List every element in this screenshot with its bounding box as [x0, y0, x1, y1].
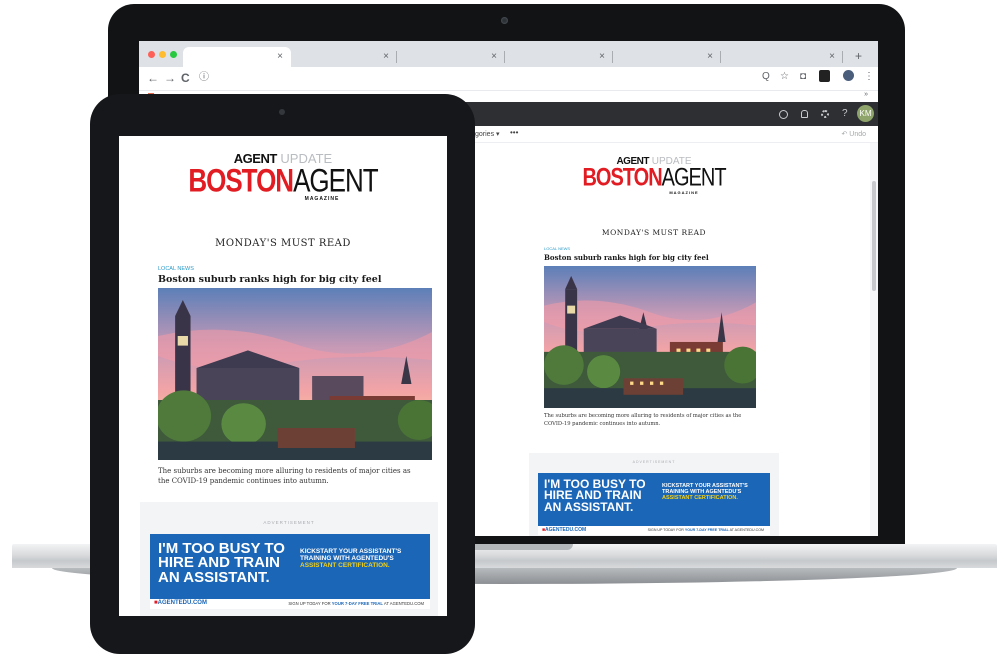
masthead-boston: BOSTON: [188, 161, 294, 199]
help-icon[interactable]: ?: [842, 108, 848, 119]
menu-icon[interactable]: ⋮: [864, 71, 874, 82]
tab-strip: × × × × × × +: [139, 41, 878, 67]
back-icon[interactable]: ←: [147, 71, 159, 85]
forward-icon[interactable]: →: [164, 71, 176, 85]
ad-banner[interactable]: I'M TOO BUSY TO HIRE AND TRAIN AN ASSIST…: [150, 534, 430, 609]
article-category: LOCAL NEWS: [158, 266, 194, 272]
browser-tab[interactable]: ×: [183, 47, 291, 67]
bell-icon[interactable]: [801, 110, 808, 118]
article-photo[interactable]: [158, 288, 432, 460]
browser-tab[interactable]: ×: [721, 47, 843, 67]
scrollbar-thumb[interactable]: [872, 181, 876, 291]
tab-close-icon[interactable]: ×: [277, 51, 283, 62]
newsletter-preview: AGENT UPDATE BOSTONAGENT MAGAZINE MONDAY…: [119, 136, 447, 616]
reload-icon[interactable]: C: [181, 71, 190, 85]
minimize-window-button[interactable]: [159, 51, 166, 58]
account-icon[interactable]: [779, 110, 788, 119]
ad-headline-line: AN ASSISTANT.: [158, 568, 270, 586]
ad-footer: ■AGENTEDU.COM SIGN UP TODAY FOR YOUR 7-D…: [538, 526, 770, 535]
new-tab-button[interactable]: +: [855, 49, 862, 63]
agentedu-logo[interactable]: ■AGENTEDU.COM: [542, 527, 586, 533]
cta-prefix: SIGN UP TODAY FOR: [647, 528, 685, 532]
cta-suffix: AT AGENTEDU.COM: [382, 601, 424, 606]
ad-label: ADVERTISEMENT: [632, 460, 676, 464]
tab-close-icon[interactable]: ×: [707, 51, 713, 62]
tab-close-icon[interactable]: ×: [383, 51, 389, 62]
browser-tab[interactable]: ×: [397, 47, 505, 67]
laptop-camera: [501, 17, 508, 24]
ad-cta[interactable]: SIGN UP TODAY FOR YOUR 7-DAY FREE TRIAL …: [288, 601, 424, 606]
star-icon[interactable]: ☆: [780, 71, 789, 82]
masthead-boston: BOSTON: [582, 164, 662, 192]
more-options-icon[interactable]: •••: [510, 128, 518, 137]
article-photo[interactable]: [544, 266, 756, 408]
cta-bold: YOUR 7-DAY FREE TRIAL: [331, 601, 383, 606]
ad-subtext-accent: ASSISTANT CERTIFICATION.: [300, 562, 390, 570]
cta-prefix: SIGN UP TODAY FOR: [288, 601, 332, 606]
ad-subtext-accent: ASSISTANT CERTIFICATION.: [662, 495, 738, 502]
categories-dropdown[interactable]: gories ▾: [475, 130, 500, 138]
ad-headline-line: AN ASSISTANT.: [544, 499, 634, 514]
close-window-button[interactable]: [148, 51, 155, 58]
tab-close-icon[interactable]: ×: [599, 51, 605, 62]
profile-icon[interactable]: [843, 70, 854, 81]
avatar[interactable]: KM: [857, 105, 874, 122]
tablet-camera: [279, 109, 285, 115]
advertisement: ADVERTISEMENT I'M TOO BUSY TO HIRE AND T…: [140, 502, 438, 616]
masthead-logo: AGENT UPDATE BOSTONAGENT MAGAZINE: [529, 157, 779, 196]
undo-button[interactable]: ↶ Undo: [841, 130, 866, 138]
advertisement: ADVERTISEMENT I'M TOO BUSY TO HIRE AND T…: [529, 453, 779, 536]
section-title: MONDAY'S MUST READ: [601, 228, 707, 237]
section-title: MONDAY'S MUST READ: [215, 238, 351, 249]
browser-tab[interactable]: ×: [505, 47, 613, 67]
newsletter-preview: AGENT UPDATE BOSTONAGENT MAGAZINE MONDAY…: [529, 145, 779, 536]
browser-tab[interactable]: ×: [291, 47, 397, 67]
tablet-screen: AGENT UPDATE BOSTONAGENT MAGAZINE MONDAY…: [119, 136, 447, 616]
ad-subtext: KICKSTART YOUR ASSISTANT'S TRAINING WITH…: [662, 483, 748, 501]
masthead-agent: AGENT: [293, 161, 379, 199]
masthead-agent: AGENT: [661, 164, 727, 192]
article-caption: The suburbs are becoming more alluring t…: [158, 467, 411, 485]
ad-footer: ■AGENTEDU.COM SIGN UP TODAY FOR YOUR 7-D…: [150, 599, 430, 609]
logo-text: AGENTEDU.COM: [545, 527, 587, 533]
cta-suffix: AT AGENTEDU.COM: [728, 528, 764, 532]
article-headline[interactable]: Boston suburb ranks high for big city fe…: [158, 274, 381, 285]
cta-bold: YOUR 7-DAY FREE TRIAL: [684, 528, 729, 532]
article-headline[interactable]: Boston suburb ranks high for big city fe…: [544, 253, 709, 262]
address-bar: ← → C ⓘ Q ☆ ◘ ⋮: [139, 67, 878, 91]
ad-label: ADVERTISEMENT: [263, 520, 315, 525]
logo-text: AGENTEDU.COM: [157, 600, 207, 606]
article-category: LOCAL NEWS: [544, 246, 571, 251]
url-input[interactable]: [205, 70, 765, 87]
gear-icon[interactable]: [821, 110, 829, 118]
ad-subtext-line: TRAINING WITH AGENTEDU'S: [300, 555, 394, 563]
article-caption: The suburbs are becoming more alluring t…: [544, 413, 742, 427]
ad-cta[interactable]: SIGN UP TODAY FOR YOUR 7-DAY FREE TRIAL …: [648, 528, 764, 532]
tab-separator: [842, 51, 843, 63]
tab-close-icon[interactable]: ×: [491, 51, 497, 62]
ad-subtext: KICKSTART YOUR ASSISTANT'S TRAINING WITH…: [300, 548, 401, 569]
bookmarks-overflow-icon[interactable]: »: [864, 91, 868, 98]
browser-tab[interactable]: ×: [613, 47, 721, 67]
ad-headline: I'M TOO BUSY TO HIRE AND TRAIN AN ASSIST…: [158, 541, 285, 586]
extension-icon[interactable]: [819, 70, 830, 82]
ad-subtext-line: KICKSTART YOUR ASSISTANT'S: [300, 548, 402, 555]
agentedu-logo[interactable]: ■AGENTEDU.COM: [154, 600, 207, 606]
masthead-logo: AGENT UPDATE BOSTONAGENT MAGAZINE: [119, 152, 447, 202]
maximize-window-button[interactable]: [170, 51, 177, 58]
device-mockup: × × × × × × + ← → C ⓘ Q ☆ ◘ ⋮ » ? KM gor…: [0, 0, 1006, 654]
zoom-icon[interactable]: Q: [762, 71, 770, 82]
ad-banner[interactable]: I'M TOO BUSY TO HIRE AND TRAIN AN ASSIST…: [538, 473, 770, 535]
ad-headline: I'M TOO BUSY TO HIRE AND TRAIN AN ASSIST…: [544, 478, 646, 514]
tab-close-icon[interactable]: ×: [829, 51, 835, 62]
camera-icon[interactable]: ◘: [800, 71, 806, 82]
